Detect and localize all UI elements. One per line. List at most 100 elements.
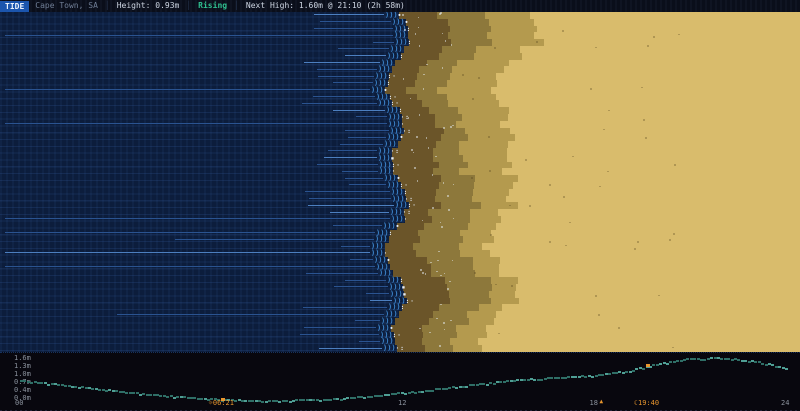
water-line: [340, 143, 383, 145]
sand-band-2: [439, 161, 468, 169]
sand-band-4: [494, 318, 800, 325]
sand-speckle: [674, 164, 677, 166]
foam-icon: :: [406, 25, 412, 33]
sand-speckle: [441, 32, 444, 35]
sand-band-2: [433, 168, 459, 176]
sand-speckle: [602, 128, 605, 131]
sand-band-4: [519, 297, 800, 305]
sand-band-4: [506, 195, 800, 203]
water-line: [338, 48, 389, 50]
x-tick-label: 24: [781, 399, 790, 407]
water-line: [309, 197, 391, 199]
sand-band-4: [534, 32, 800, 40]
sand-speckle: [451, 259, 454, 262]
water-line: [313, 95, 375, 97]
sand-speckle: [568, 221, 571, 224]
sand-band-4: [496, 93, 800, 101]
tide-curve-dot: [632, 370, 635, 372]
sand-band-4: [478, 338, 800, 346]
tide-curve-dot: [785, 368, 788, 370]
sand-band-4: [518, 175, 800, 182]
sand-band-3: [487, 32, 534, 40]
tide-status-badge: Rising: [198, 1, 228, 10]
y-tick-label: 1.3m: [14, 362, 31, 370]
sand-speckle: [404, 28, 406, 31]
sand-band-1: [399, 311, 433, 318]
sand-band-2: [448, 32, 487, 40]
sand-band-4: [507, 148, 800, 155]
sand-band-2: [445, 277, 491, 284]
sand-band-2: [422, 324, 456, 332]
sand-speckle: [443, 272, 446, 275]
shore-row: ))): [0, 236, 800, 244]
sand-speckle: [441, 67, 444, 69]
sand-speckle: [431, 174, 434, 177]
shore-row: )))∙: [0, 86, 800, 94]
sand-band-2: [436, 188, 473, 196]
sand-band-1: [389, 236, 420, 244]
sand-band-1: [404, 46, 442, 53]
foam-icon: :: [399, 52, 405, 60]
water-line: [299, 333, 379, 335]
sand-speckle: [438, 250, 440, 253]
water-line: [314, 14, 384, 16]
sand-band-4: [500, 256, 800, 264]
sand-speckle: [449, 280, 451, 283]
sand-speckle: [509, 204, 512, 207]
sand-band-4: [487, 331, 800, 339]
sand-speckle: [422, 272, 424, 274]
sand-speckle: [443, 328, 446, 331]
tide-terminal-app: TIDE Cape Town, SA │ Height: 0.93m │ Ris…: [0, 0, 800, 411]
sand-speckle: [425, 63, 428, 66]
sand-band-1: [405, 216, 432, 223]
tide-curve-dot: [492, 383, 496, 385]
sand-band-2: [413, 243, 459, 250]
sand-speckle: [634, 247, 637, 250]
sand-band-2: [442, 46, 476, 53]
sand-speckle: [417, 26, 420, 29]
sand-band-3: [457, 331, 487, 339]
foam-icon: :: [407, 39, 413, 47]
sand-speckle: [565, 244, 568, 247]
sand-speckle: [439, 13, 441, 16]
water-line: [369, 299, 392, 301]
sand-speckle: [561, 29, 564, 32]
sand-band-3: [460, 229, 491, 237]
sand-band-4: [498, 209, 800, 216]
water-line: [356, 116, 387, 118]
water-line: [5, 218, 390, 220]
water-line: [318, 347, 382, 349]
water-line: [317, 163, 378, 165]
sand-band-3: [481, 202, 518, 210]
sand-band-3: [457, 59, 509, 67]
sand-band-1: [388, 80, 415, 87]
shore-row: ))): [0, 318, 800, 325]
sand-band-4: [512, 161, 800, 169]
shore-row: ))):: [0, 304, 800, 311]
sand-speckle: [429, 331, 432, 334]
sand-band-3: [491, 297, 519, 305]
sand-band-4: [500, 120, 800, 128]
sand-band-1: [398, 141, 436, 148]
sand-band-3: [489, 290, 515, 298]
sand-band-3: [474, 52, 522, 60]
sand-speckle: [425, 136, 428, 139]
sand-speckle: [594, 295, 597, 298]
water-line: [329, 211, 389, 213]
water-line: [5, 252, 370, 254]
sand-band-2: [429, 318, 469, 325]
sand-band-3: [462, 114, 508, 121]
shore-row: ))):·: [0, 161, 800, 169]
sand-speckle: [606, 170, 609, 173]
shore-row: )))∙: [0, 175, 800, 182]
sand-speckle: [618, 327, 621, 330]
sand-band-3: [437, 86, 491, 94]
sand-band-2: [433, 311, 467, 318]
sand-band-1: [404, 290, 449, 298]
sand-band-3: [459, 168, 502, 176]
sand-band-2: [450, 25, 491, 33]
sand-band-3: [450, 73, 496, 80]
sand-band-2: [433, 148, 459, 155]
shore-row: ))):: [0, 52, 800, 60]
sand-speckle: [402, 78, 405, 81]
